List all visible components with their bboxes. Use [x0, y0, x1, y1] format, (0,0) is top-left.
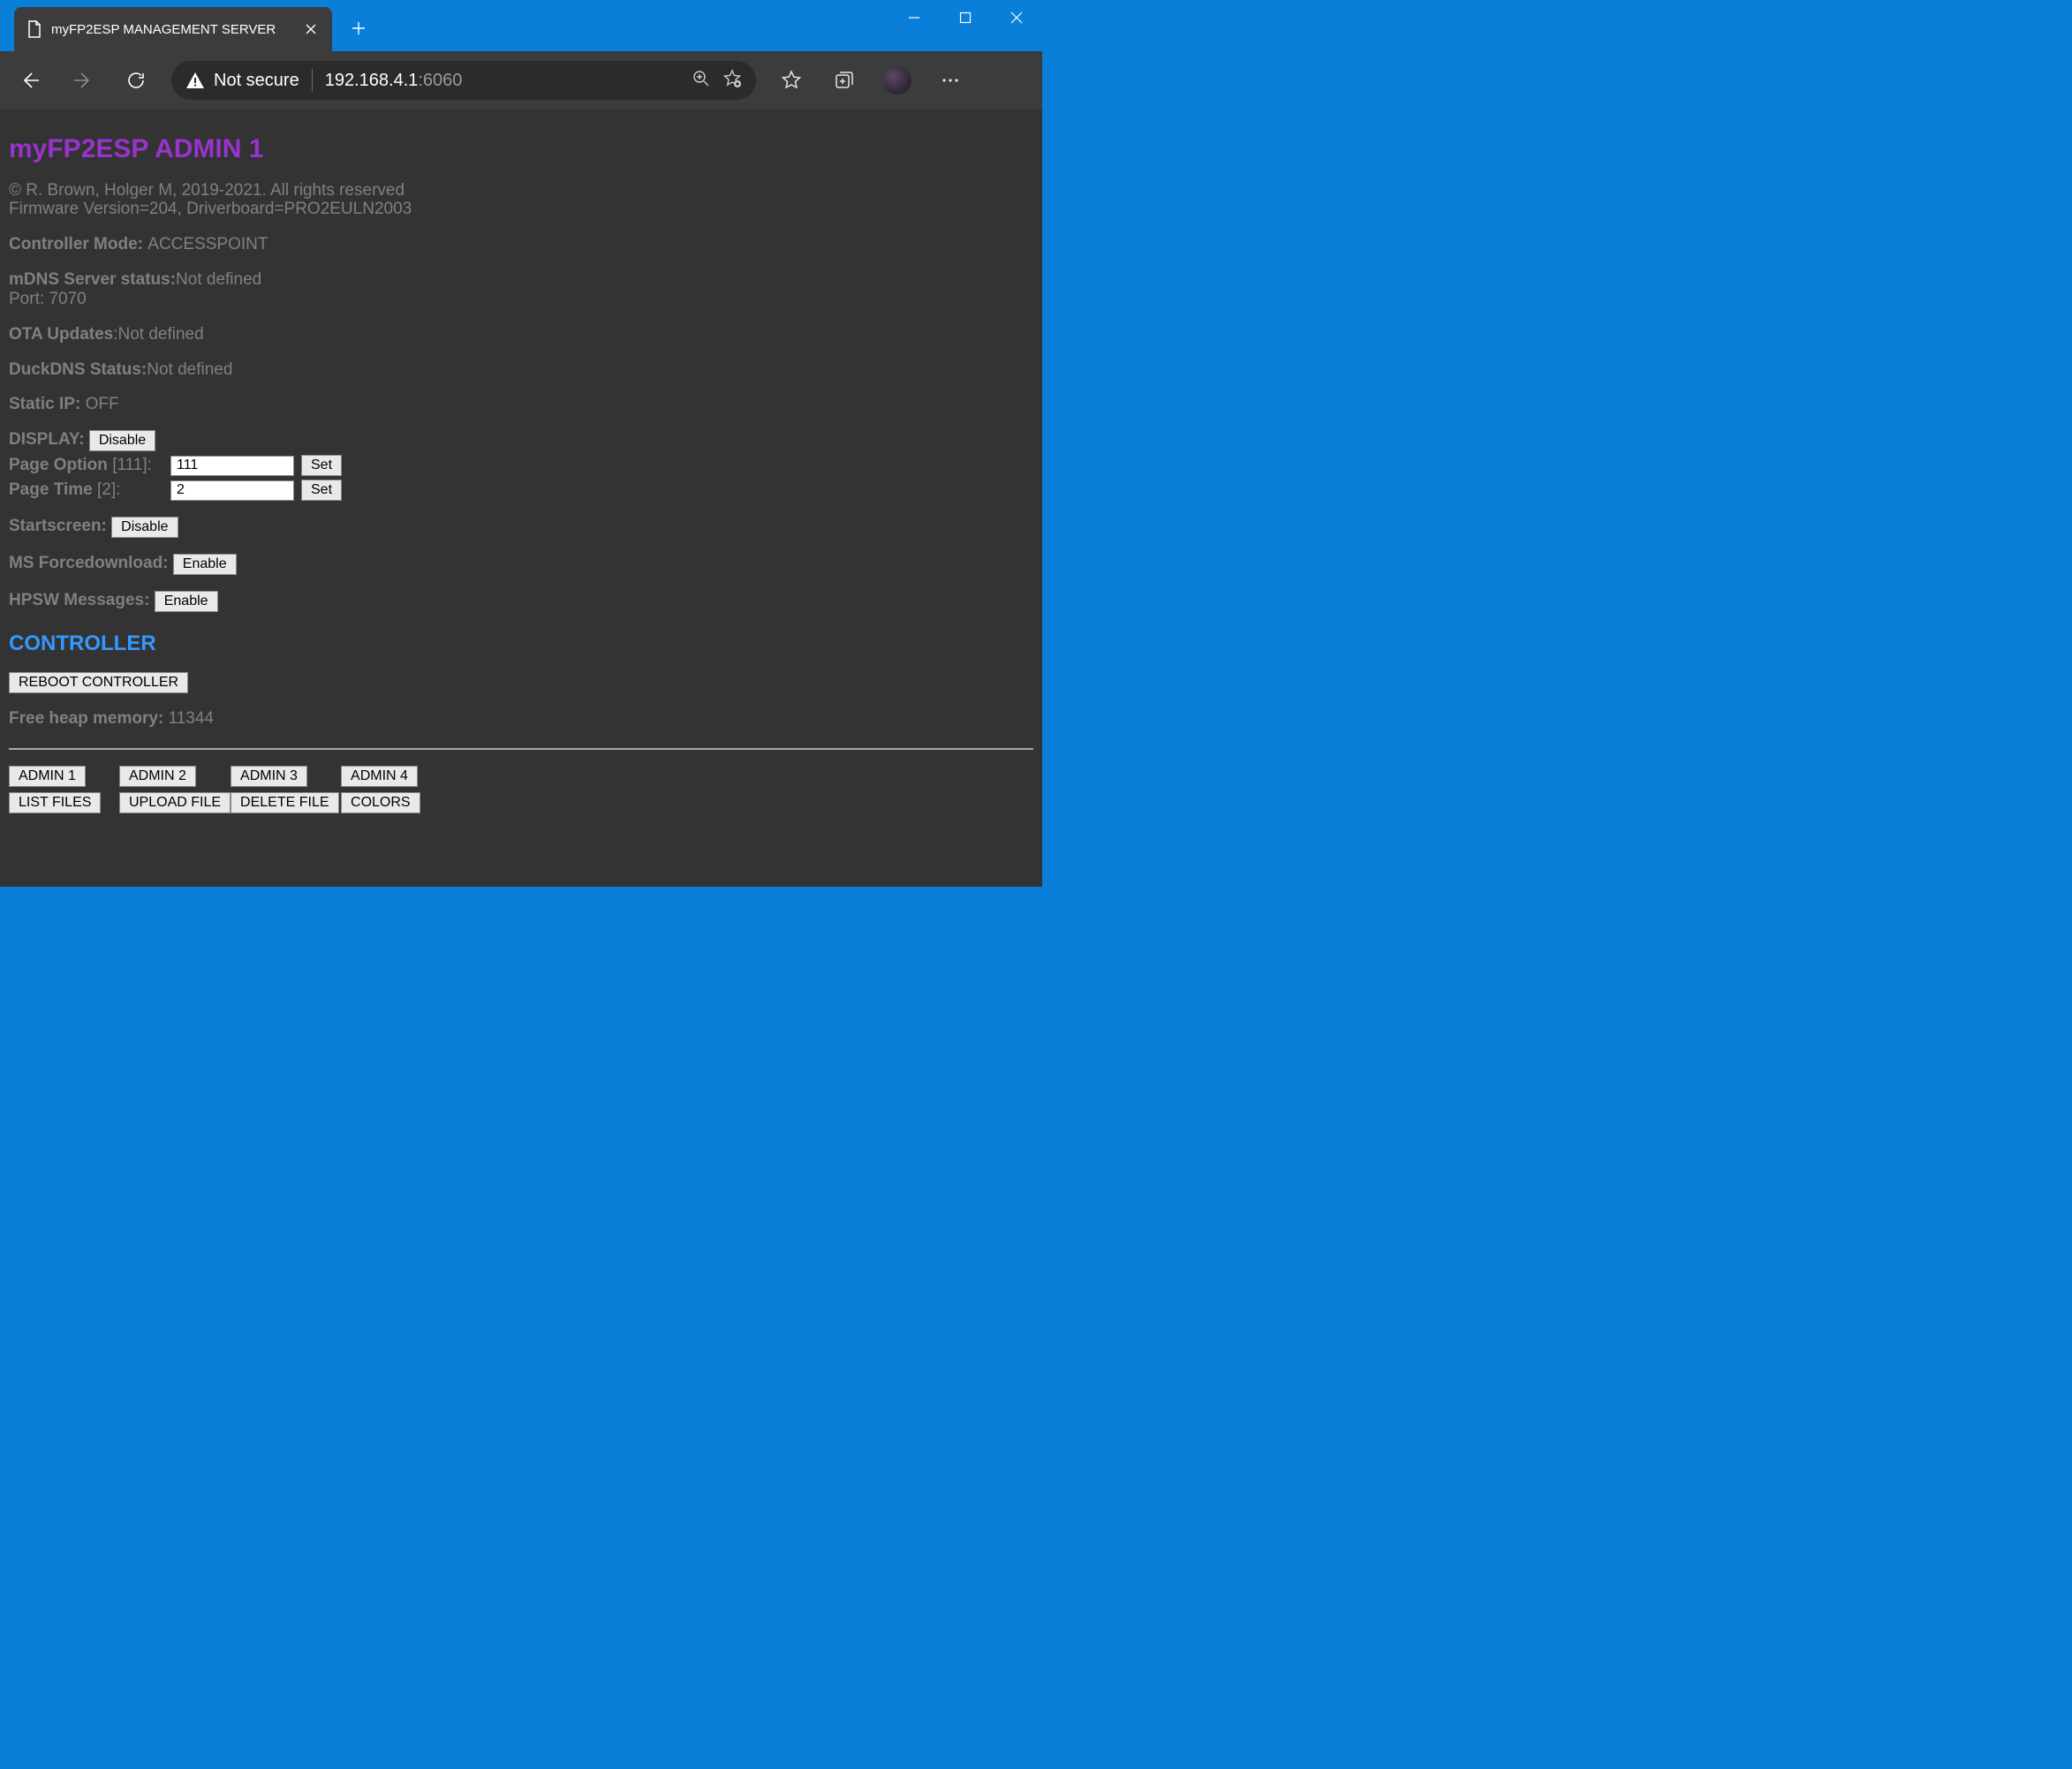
zoom-icon [692, 70, 710, 87]
nav-admin4-button[interactable]: ADMIN 4 [341, 766, 418, 787]
refresh-button[interactable] [118, 63, 154, 98]
reboot-button[interactable]: REBOOT CONTROLLER [9, 672, 188, 693]
page-option-input[interactable] [170, 456, 294, 476]
separator [312, 69, 313, 92]
page-content: myFP2ESP ADMIN 1 © R. Brown, Holger M, 2… [9, 134, 1033, 813]
minimize-icon [908, 11, 920, 24]
star-add-icon [722, 69, 742, 88]
page-time-hint: [2]: [97, 480, 120, 499]
mdns-label: mDNS Server status: [9, 270, 176, 289]
minimize-button[interactable] [889, 0, 940, 35]
maximize-button[interactable] [940, 0, 991, 35]
nav-admin1-button[interactable]: ADMIN 1 [9, 766, 86, 787]
nav-deletefile-button[interactable]: DELETE FILE [231, 792, 338, 813]
favorites-button[interactable] [774, 63, 809, 98]
nav-listfiles-button[interactable]: LIST FILES [9, 792, 101, 813]
heap-value: 11344 [169, 709, 214, 728]
forward-button[interactable] [65, 63, 101, 98]
tab-close-button[interactable] [302, 20, 320, 38]
arrow-right-icon [72, 70, 94, 91]
collections-icon [834, 70, 855, 91]
star-icon [781, 70, 802, 91]
duckdns-label: DuckDNS Status: [9, 360, 147, 379]
controller-heading: CONTROLLER [9, 631, 1033, 656]
nav-admin2-button[interactable]: ADMIN 2 [119, 766, 196, 787]
arrow-left-icon [19, 70, 41, 91]
favorite-button[interactable] [722, 69, 742, 93]
page-option-hint: [111]: [112, 456, 152, 474]
heap-label: Free heap memory: [9, 709, 169, 728]
msforce-label: MS Forcedownload: [9, 554, 173, 572]
duckdns-value: Not defined [147, 360, 232, 379]
page-title: myFP2ESP ADMIN 1 [9, 134, 1033, 165]
new-tab-button[interactable] [341, 11, 376, 46]
divider [9, 748, 1033, 750]
avatar-icon [883, 66, 911, 94]
security-indicator[interactable]: Not secure [185, 71, 299, 91]
page-time-set-button[interactable]: Set [301, 480, 342, 501]
browser-tab[interactable]: myFP2ESP MANAGEMENT SERVER [14, 7, 332, 51]
mdns-port-value: 7070 [49, 290, 86, 308]
nav-admin3-button[interactable]: ADMIN 3 [231, 766, 307, 787]
msforce-toggle-button[interactable]: Enable [173, 554, 237, 575]
plus-icon [352, 21, 366, 35]
url-text: 192.168.4.1:6060 [325, 71, 463, 91]
controller-mode-label: Controller Mode: [9, 235, 147, 253]
nav-table: ADMIN 1 ADMIN 2 ADMIN 3 ADMIN 4 LIST FIL… [9, 766, 451, 813]
startscreen-label: Startscreen: [9, 517, 111, 535]
page-time-label: Page Time [9, 480, 97, 499]
mdns-port-label: Port: [9, 290, 49, 308]
close-window-button[interactable] [991, 0, 1042, 35]
ellipsis-icon [940, 70, 961, 91]
nav-uploadfile-button[interactable]: UPLOAD FILE [119, 792, 231, 813]
ota-value: :Not defined [113, 325, 203, 344]
close-icon [306, 24, 316, 34]
zoom-button[interactable] [692, 70, 710, 92]
not-secure-label: Not secure [214, 71, 299, 91]
page-time-input[interactable] [170, 480, 294, 501]
close-icon [1010, 11, 1023, 24]
page-option-label: Page Option [9, 456, 112, 474]
startscreen-toggle-button[interactable]: Disable [111, 517, 178, 538]
window-controls [889, 0, 1042, 35]
staticip-label: Static IP: [9, 395, 86, 413]
page-viewport: myFP2ESP ADMIN 1 © R. Brown, Holger M, 2… [0, 110, 1042, 887]
staticip-value: OFF [86, 395, 119, 413]
display-toggle-button[interactable]: Disable [89, 430, 155, 451]
menu-button[interactable] [933, 63, 968, 98]
back-button[interactable] [12, 63, 48, 98]
browser-toolbar: Not secure 192.168.4.1:6060 [0, 51, 1042, 110]
titlebar: myFP2ESP MANAGEMENT SERVER [0, 0, 1042, 51]
tab-title: myFP2ESP MANAGEMENT SERVER [51, 22, 293, 37]
ota-label: OTA Updates [9, 325, 113, 344]
hpsw-toggle-button[interactable]: Enable [155, 591, 218, 612]
firmware-text: Firmware Version=204, Driverboard=PRO2EU… [9, 200, 1033, 219]
display-label: DISPLAY: [9, 430, 89, 449]
controller-mode-value: ACCESSPOINT [147, 235, 268, 253]
hpsw-label: HPSW Messages: [9, 591, 155, 609]
collections-button[interactable] [827, 63, 862, 98]
maximize-icon [959, 11, 972, 24]
warning-icon [185, 72, 205, 89]
nav-colors-button[interactable]: COLORS [341, 792, 420, 813]
copyright-text: © R. Brown, Holger M, 2019-2021. All rig… [9, 181, 1033, 200]
refresh-icon [126, 71, 146, 90]
page-option-set-button[interactable]: Set [301, 455, 342, 476]
page-icon [26, 20, 42, 38]
mdns-value: Not defined [176, 270, 261, 289]
address-bar[interactable]: Not secure 192.168.4.1:6060 [171, 61, 756, 100]
profile-button[interactable] [880, 63, 915, 98]
